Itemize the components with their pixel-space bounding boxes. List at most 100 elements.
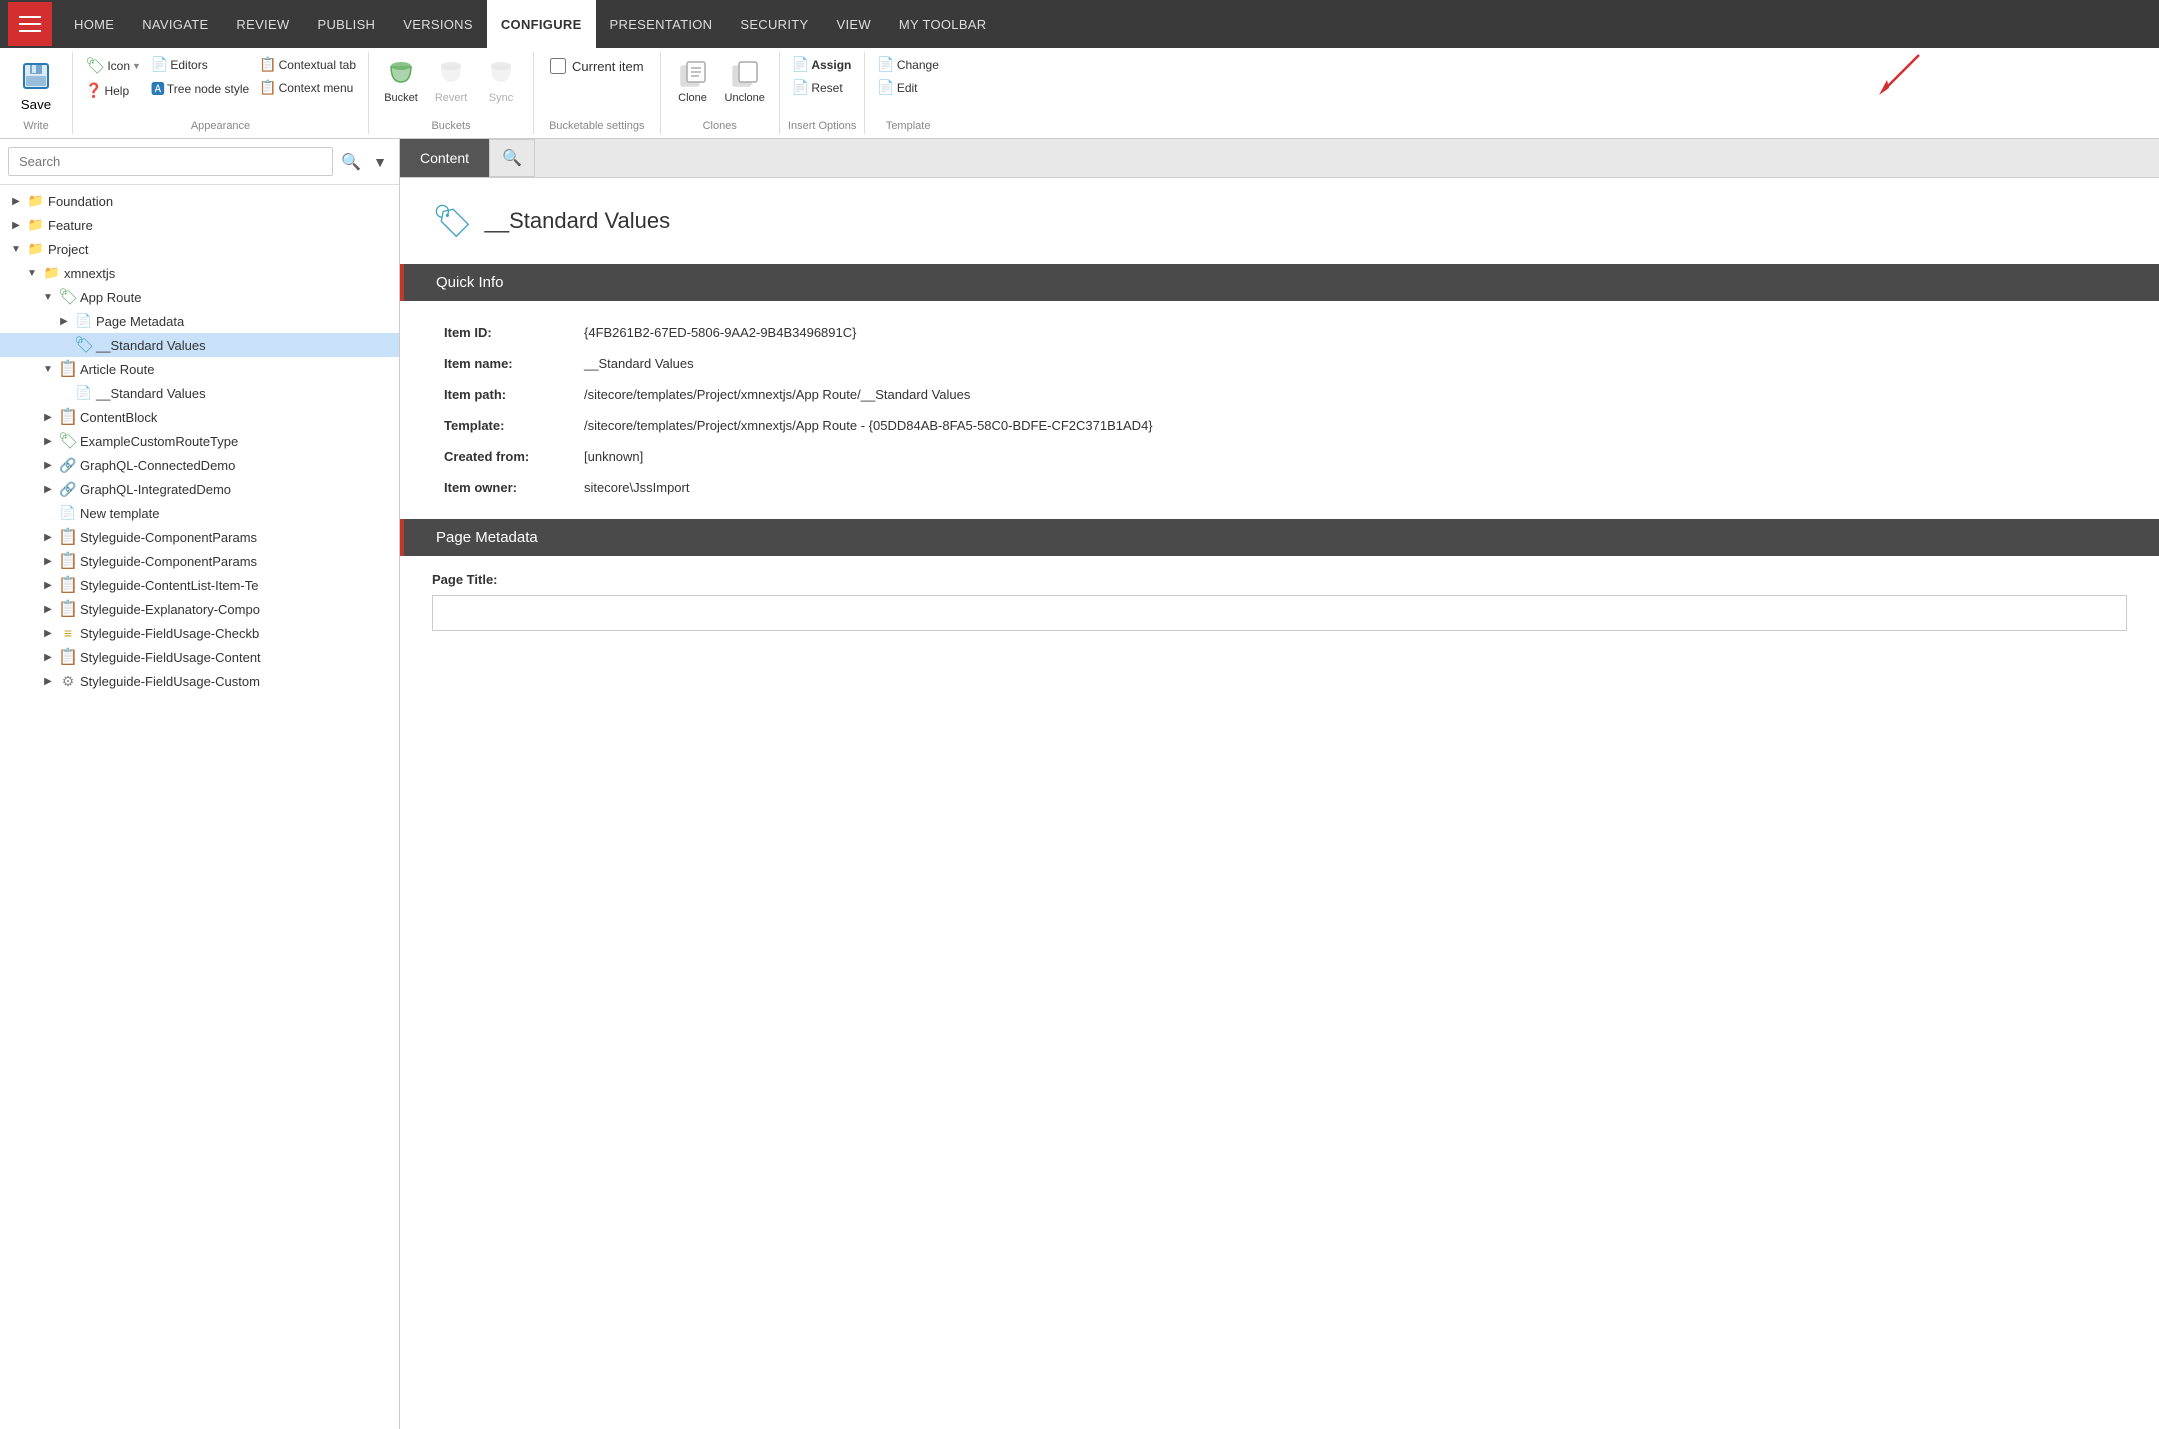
nav-security[interactable]: SECURITY (726, 0, 822, 48)
clone-button[interactable]: Clone (669, 54, 717, 108)
tree-toggle: ▼ (40, 361, 56, 377)
help-button[interactable]: ❓ Help (81, 80, 145, 101)
standard-values-icon: 🏷 (75, 336, 93, 354)
template-icon: 📋 (59, 360, 77, 378)
tree-item-example-custom[interactable]: ▶ 🏷 ExampleCustomRouteType (0, 429, 399, 453)
tree-item-project[interactable]: ▼ 📁 Project (0, 237, 399, 261)
nav-publish[interactable]: PUBLISH (304, 0, 390, 48)
main-layout: 🔍 ▼ ▶ 📁 Foundation ▶ 📁 Feature ▼ 📁 Proje… (0, 139, 2159, 1429)
contextual-tab-button[interactable]: 📋 Contextual tab (255, 54, 360, 75)
link-icon: 🔗 (59, 456, 77, 474)
sidebar: 🔍 ▼ ▶ 📁 Foundation ▶ 📁 Feature ▼ 📁 Proje… (0, 139, 400, 1429)
sync-icon (485, 58, 517, 90)
tree-toggle: ▶ (40, 649, 56, 665)
buckets-buttons: Bucket Revert (377, 54, 525, 118)
assign-button[interactable]: 📄 Assign (788, 54, 855, 75)
current-item-label: Current item (572, 59, 644, 74)
reset-button[interactable]: 📄 Reset (788, 77, 855, 98)
tree-item-styleguide-fieldusage-content[interactable]: ▶ 📋 Styleguide-FieldUsage-Content (0, 645, 399, 669)
tree-item-article-route[interactable]: ▼ 📋 Article Route (0, 357, 399, 381)
tree-label: Feature (48, 218, 93, 233)
tree-item-foundation[interactable]: ▶ 📁 Foundation (0, 189, 399, 213)
edit-button[interactable]: 📄 Edit (873, 77, 942, 98)
tree-item-styleguide-fieldusage-custom[interactable]: ▶ ⚙ Styleguide-FieldUsage-Custom (0, 669, 399, 693)
save-button[interactable]: Save (8, 54, 64, 118)
nav-configure[interactable]: CONFIGURE (487, 0, 596, 48)
search-input[interactable] (8, 147, 333, 176)
tree-node-style-button[interactable]: 🅰 Tree node style (147, 77, 253, 101)
page-icon: 📄 (75, 312, 93, 330)
item-path-label: Item path: (432, 379, 572, 410)
unclone-button[interactable]: Unclone (719, 54, 771, 108)
nav-view[interactable]: VIEW (822, 0, 884, 48)
tree-label: ExampleCustomRouteType (80, 434, 238, 449)
item-icon: 🏷 (432, 202, 473, 240)
nav-presentation[interactable]: PRESENTATION (596, 0, 727, 48)
tree-item-feature[interactable]: ▶ 📁 Feature (0, 213, 399, 237)
bucketable-group-label: Bucketable settings (542, 118, 652, 134)
hamburger-menu[interactable] (8, 2, 52, 46)
nav-home[interactable]: HOME (60, 0, 128, 48)
editors-button[interactable]: 📄 Editors (147, 54, 253, 75)
created-from-label: Created from: (432, 441, 572, 472)
tree-label: Styleguide-FieldUsage-Custom (80, 674, 260, 689)
tree-item-xmnextjs[interactable]: ▼ 📁 xmnextjs (0, 261, 399, 285)
sync-label: Sync (489, 92, 513, 104)
nav-review[interactable]: REVIEW (222, 0, 303, 48)
tree-label: Styleguide-FieldUsage-Checkb (80, 626, 259, 641)
tab-search[interactable]: 🔍 (489, 139, 535, 177)
tree-item-styleguide-component2[interactable]: ▶ 📋 Styleguide-ComponentParams (0, 549, 399, 573)
tree-label: Article Route (80, 362, 154, 377)
context-menu-button[interactable]: 📋 Context menu (255, 77, 360, 98)
item-owner-value: sitecore\JssImport (572, 472, 2127, 503)
bucket-button[interactable]: Bucket (377, 54, 425, 108)
tree-label: Styleguide-FieldUsage-Content (80, 650, 261, 665)
appearance-buttons: 🏷 Icon ▼ ❓ Help 📄 Editors 🅰 (81, 54, 360, 118)
tree-item-contentblock[interactable]: ▶ 📋 ContentBlock (0, 405, 399, 429)
tree-item-standard-values-2[interactable]: 📄 __Standard Values (0, 381, 399, 405)
buckets-group-label: Buckets (377, 118, 525, 134)
tree-item-new-template[interactable]: 📄 New template (0, 501, 399, 525)
ribbon-group-bucketable: Current item Bucketable settings (534, 52, 661, 134)
tree-toggle: ▶ (56, 313, 72, 329)
nav-versions[interactable]: VERSIONS (389, 0, 487, 48)
tree-item-styleguide-explanatory[interactable]: ▶ 📋 Styleguide-Explanatory-Compo (0, 597, 399, 621)
tree-item-page-metadata[interactable]: ▶ 📄 Page Metadata (0, 309, 399, 333)
current-item-checkbox[interactable] (550, 58, 566, 74)
tree-item-standard-values-1[interactable]: 🏷 __Standard Values (0, 333, 399, 357)
page-title-input[interactable] (432, 595, 2127, 631)
tab-content[interactable]: Content (400, 139, 489, 177)
tree-toggle: ▶ (40, 481, 56, 497)
tree-item-styleguide-fieldusage-check[interactable]: ▶ ≡ Styleguide-FieldUsage-Checkb (0, 621, 399, 645)
clone-label: Clone (678, 92, 707, 104)
tree-toggle: ▶ (8, 193, 24, 209)
page-icon: 📄 (75, 384, 93, 402)
ribbon-group-clones: Clone Unclone Clones (661, 52, 780, 134)
icon-button[interactable]: 🏷 Icon ▼ (81, 54, 145, 78)
nav-my-toolbar[interactable]: MY TOOLBAR (885, 0, 1001, 48)
revert-button[interactable]: Revert (427, 54, 475, 108)
ribbon-group-appearance: 🏷 Icon ▼ ❓ Help 📄 Editors 🅰 (73, 52, 369, 134)
tree-item-app-route[interactable]: ▼ 🏷 App Route (0, 285, 399, 309)
table-row-created-from: Created from: [unknown] (432, 441, 2127, 472)
search-dropdown-button[interactable]: ▼ (369, 150, 391, 174)
sync-button[interactable]: Sync (477, 54, 525, 108)
tree-item-graphql-connected[interactable]: ▶ 🔗 GraphQL-ConnectedDemo (0, 453, 399, 477)
write-group-label: Write (8, 118, 64, 134)
tree-toggle: ▶ (40, 625, 56, 641)
tree-toggle: ▶ (8, 217, 24, 233)
tree-label: ContentBlock (80, 410, 157, 425)
change-button[interactable]: 📄 Change (873, 54, 942, 75)
tree-item-styleguide-contentlist[interactable]: ▶ 📋 Styleguide-ContentList-Item-Te (0, 573, 399, 597)
tree-label: App Route (80, 290, 141, 305)
tree-item-styleguide-component1[interactable]: ▶ 📋 Styleguide-ComponentParams (0, 525, 399, 549)
tree-label: Styleguide-ContentList-Item-Te (80, 578, 258, 593)
tree-label: Styleguide-ComponentParams (80, 530, 257, 545)
change-icon: 📄 (877, 56, 894, 73)
tree-item-graphql-integrated[interactable]: ▶ 🔗 GraphQL-IntegratedDemo (0, 477, 399, 501)
ribbon-group-write: Save Write (0, 52, 73, 134)
search-button[interactable]: 🔍 (337, 148, 365, 176)
nav-navigate[interactable]: NAVIGATE (128, 0, 222, 48)
tree-toggle: ▶ (40, 673, 56, 689)
nav-items: HOME NAVIGATE REVIEW PUBLISH VERSIONS CO… (60, 0, 1000, 48)
